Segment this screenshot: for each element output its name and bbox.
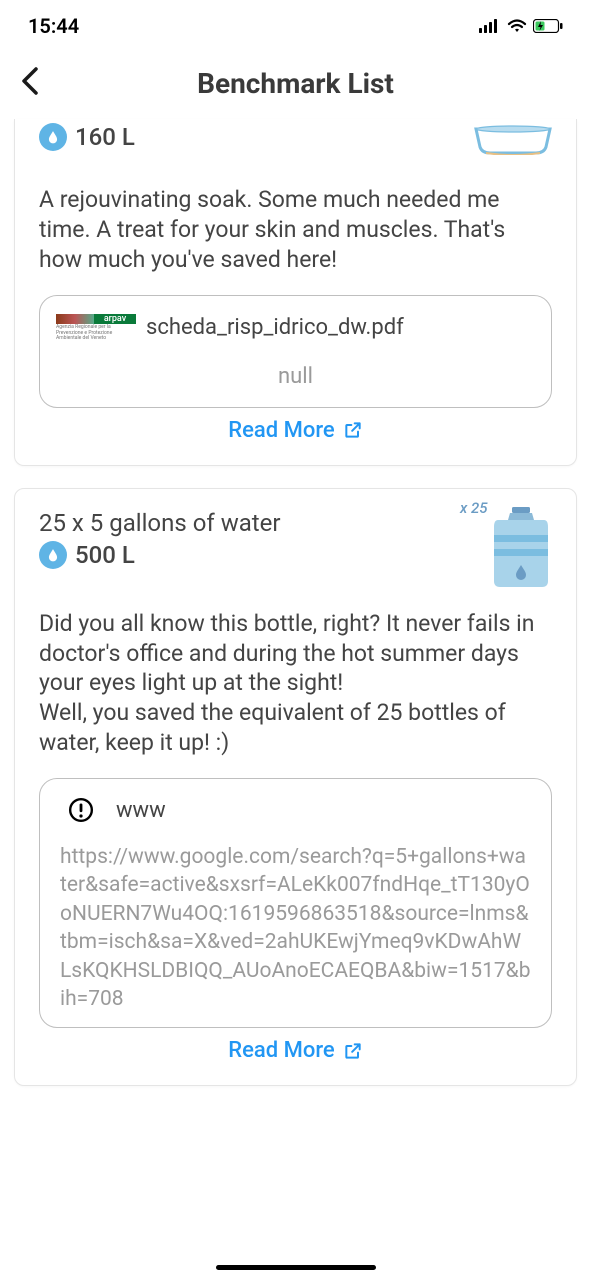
water-drop-icon (39, 541, 67, 569)
card-title: 25 x 5 gallons of water (39, 509, 281, 537)
source-link-box[interactable]: arpav Agenzia Regionale per la Prevenzio… (39, 295, 552, 408)
card-description: A rejouvinating soak. Some much needed m… (39, 185, 552, 275)
arpav-logo: arpav Agenzia Regionale per la Prevenzio… (56, 314, 136, 342)
source-link-box[interactable]: www https://www.google.com/search?q=5+ga… (39, 778, 552, 1028)
liters-row: 160 L (39, 123, 135, 151)
link-label: www (116, 798, 166, 823)
liters-row: 500 L (39, 541, 281, 569)
battery-icon (533, 19, 563, 33)
status-time: 15:44 (28, 14, 79, 38)
page-title: Benchmark List (197, 67, 394, 100)
read-more-link[interactable]: Read More (39, 1038, 552, 1063)
bottle-graphic: x 25 (490, 507, 552, 593)
card-description: Did you all know this bottle, right? It … (39, 609, 552, 758)
benchmark-card: 25 x 5 gallons of water 500 L x 25 (14, 488, 577, 1087)
link-url: https://www.google.com/search?q=5+gallon… (56, 843, 535, 1013)
benchmark-card: 160 L A rejouvinating soak. Some much ne… (14, 119, 577, 466)
cellular-icon (479, 19, 501, 33)
link-filename: scheda_risp_idrico_dw.pdf (146, 315, 404, 340)
header: Benchmark List (0, 48, 591, 119)
link-subtitle: null (56, 364, 535, 389)
back-button[interactable] (20, 66, 40, 101)
external-link-icon (343, 420, 363, 440)
status-bar: 15:44 (0, 0, 591, 48)
liters-value: 500 L (75, 541, 135, 569)
bottle-count-label: x 25 (460, 499, 488, 517)
status-icons (479, 19, 563, 33)
water-drop-icon (39, 123, 67, 151)
water-bottle-icon (490, 507, 552, 589)
info-warning-icon (68, 797, 94, 823)
liters-value: 160 L (75, 123, 135, 151)
bathtub-icon (474, 125, 552, 155)
home-indicator[interactable] (216, 1265, 376, 1270)
wifi-icon (507, 19, 527, 33)
content: 160 L A rejouvinating soak. Some much ne… (0, 119, 591, 1086)
read-more-link[interactable]: Read More (39, 418, 552, 443)
external-link-icon (343, 1041, 363, 1061)
